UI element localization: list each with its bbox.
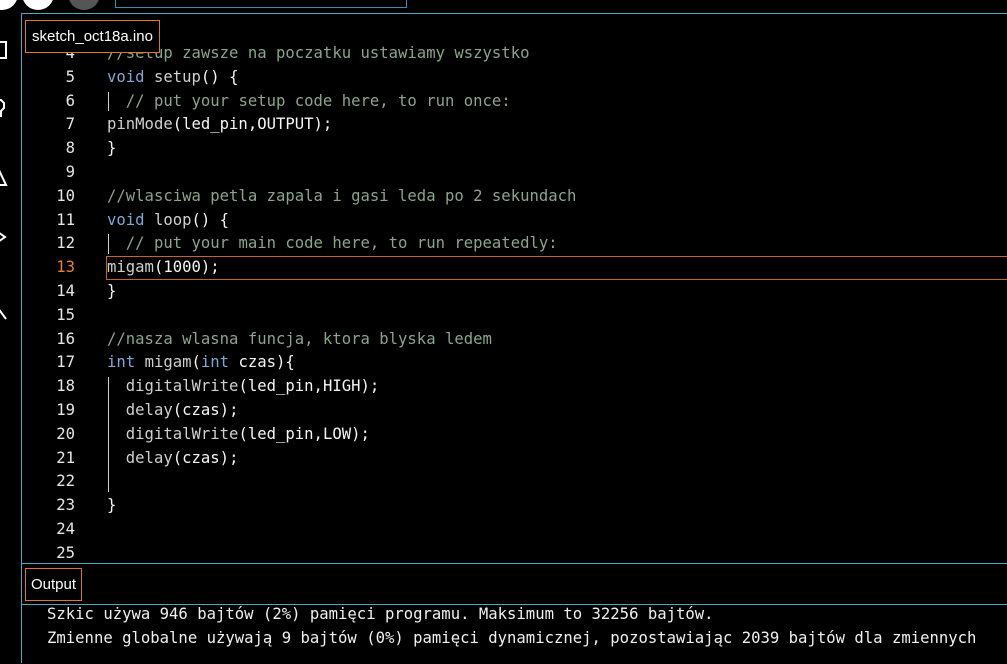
debug-icon[interactable] [0, 165, 8, 187]
code-text: // put your main code here, to run repea… [125, 234, 558, 253]
code-text: //setup zawsze na poczatku ustawiamy wsz… [107, 44, 530, 62]
search-icon[interactable] [0, 301, 8, 323]
code-text: // put your setup code here, to run once… [125, 91, 511, 110]
arrow-icon[interactable] [0, 226, 8, 248]
line-number: 13 [56, 258, 75, 277]
line-number: 18 [56, 377, 75, 396]
line-number: 9 [65, 163, 75, 181]
code-line[interactable]: 19 delay(czas); [22, 399, 1007, 423]
code-text: } [107, 139, 117, 158]
line-number: 5 [65, 67, 75, 86]
line-number: 25 [56, 543, 75, 562]
code-line[interactable]: 16 //nasza wlasna funcja, ktora blyska le… [22, 328, 1007, 352]
code-line[interactable]: 9 [22, 161, 1007, 185]
code-text: delay(czas); [125, 448, 239, 467]
code-line[interactable]: 13 migam(1000); [22, 256, 1007, 280]
code-line[interactable]: 23} [22, 494, 1007, 518]
code-line[interactable]: 6 // put your setup code here, to run on… [22, 90, 1007, 114]
tab-output[interactable]: Output [25, 568, 83, 601]
board-selector[interactable] [115, 0, 407, 8]
code-text: } [107, 496, 117, 515]
output-line: Zmienne globalne używają 9 bajtów (0%) p… [47, 629, 977, 647]
code-editor[interactable]: 4//setup zawsze na poczatku ustawiamy ws… [22, 13, 1007, 564]
line-number: 12 [56, 234, 75, 253]
line-number: 19 [56, 401, 75, 419]
line-number: 23 [56, 496, 75, 515]
code-text: delay(czas); [125, 401, 239, 419]
code-line[interactable]: 12 // put your main code here, to run re… [22, 232, 1007, 256]
debug-button[interactable] [68, 0, 100, 10]
line-number: 17 [56, 353, 75, 372]
code-text: int migam(int czas){ [107, 353, 295, 372]
top-toolbar [0, 0, 1007, 13]
code-text: digitalWrite(led_pin,LOW); [125, 424, 370, 443]
indent-guide [108, 234, 109, 255]
line-number: 16 [56, 329, 75, 348]
code-line[interactable]: 15 [22, 304, 1007, 328]
indent-guide [108, 91, 109, 112]
code-text: //nasza wlasna funcja, ktora blyska lede… [107, 329, 492, 348]
code-line[interactable]: 17 int migam(int czas){ [22, 351, 1007, 375]
output-line: Szkic używa 946 bajtów (2%) pamięci prog… [47, 605, 714, 623]
code-line[interactable]: 11 void loop() { [22, 209, 1007, 233]
folder-icon[interactable] [0, 39, 8, 61]
code-line[interactable]: 7 pinMode(led_pin,OUTPUT); [22, 113, 1007, 137]
line-number: 20 [56, 424, 75, 443]
code-line[interactable]: 18 digitalWrite(led_pin,HIGH); [22, 375, 1007, 399]
line-number: 10 [56, 186, 75, 205]
code-text: digitalWrite(led_pin,HIGH); [125, 377, 380, 396]
output-panel: Output Szkic używa 946 bajtów (2%) pamię… [22, 563, 1007, 664]
line-number: 22 [56, 472, 75, 491]
line-number: 11 [56, 210, 75, 229]
code-text: void setup() { [107, 67, 239, 86]
upload-button[interactable] [22, 0, 54, 10]
line-number: 6 [65, 91, 75, 110]
code-line[interactable]: 22 [22, 470, 1007, 494]
line-number: 15 [56, 305, 75, 324]
code-text: } [107, 282, 117, 300]
code-line[interactable]: 5 void setup() { [22, 66, 1007, 90]
line-number: 24 [56, 520, 75, 538]
code-line[interactable]: 8} [22, 137, 1007, 161]
line-number: 21 [56, 448, 75, 467]
tab-sketch-file[interactable]: sketch_oct18a.ino [25, 20, 160, 53]
line-number: 14 [56, 282, 75, 300]
indent-guide [108, 377, 109, 493]
code-line[interactable]: 20 digitalWrite(led_pin,LOW); [22, 423, 1007, 447]
code-text: migam(1000); [107, 258, 220, 277]
current-line-highlight [106, 256, 1007, 280]
sidebar [0, 13, 22, 663]
code-line[interactable]: 4//setup zawsze na poczatku ustawiamy ws… [22, 42, 1007, 66]
code-text: pinMode(led_pin,OUTPUT); [107, 115, 333, 134]
code-line[interactable]: 21 delay(czas); [22, 447, 1007, 471]
code-area[interactable]: 4//setup zawsze na poczatku ustawiamy ws… [22, 14, 1007, 564]
verify-button[interactable] [0, 0, 18, 10]
code-line[interactable]: 25 [22, 542, 1007, 564]
code-text: void loop() { [107, 210, 230, 229]
line-number: 8 [65, 139, 75, 158]
boards-icon[interactable] [0, 97, 8, 119]
code-line[interactable]: 24 [22, 518, 1007, 542]
line-number: 7 [65, 115, 75, 134]
code-text: //wlasciwa petla zapala i gasi leda po 2… [107, 186, 577, 205]
code-line[interactable]: 10 //wlasciwa petla zapala i gasi leda po… [22, 185, 1007, 209]
code-line[interactable]: 14} [22, 280, 1007, 304]
